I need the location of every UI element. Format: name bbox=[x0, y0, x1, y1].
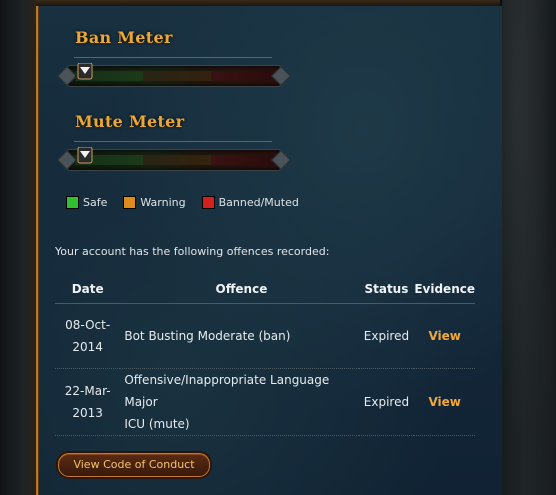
banned-segment bbox=[211, 155, 273, 165]
offence-status: Expired bbox=[358, 303, 415, 369]
view-code-of-conduct-button[interactable]: View Code of Conduct bbox=[58, 453, 210, 477]
safe-swatch-icon bbox=[66, 196, 79, 209]
offence-description: Offensive/Inappropriate Language Major I… bbox=[120, 368, 359, 436]
offences-intro: Your account has the following offences … bbox=[55, 245, 330, 258]
banned-segment bbox=[211, 71, 273, 81]
mute-meter-marker-icon bbox=[77, 147, 93, 164]
legend-safe-label: Safe bbox=[83, 196, 108, 209]
meter-top-line bbox=[74, 141, 272, 142]
view-evidence-link[interactable]: View bbox=[428, 395, 460, 409]
offence-description-line1: Bot Busting Moderate (ban) bbox=[124, 329, 291, 343]
column-header-evidence: Evidence bbox=[414, 275, 475, 304]
offence-date-line1: 08-Oct- bbox=[65, 318, 111, 332]
legend-banned: Banned/Muted bbox=[201, 196, 299, 209]
mute-meter-bar bbox=[66, 149, 282, 171]
column-header-date: Date bbox=[55, 275, 121, 304]
warning-segment bbox=[143, 155, 211, 165]
column-header-status: Status bbox=[358, 275, 415, 304]
legend-safe: Safe bbox=[66, 196, 107, 209]
table-row: 08-Oct- 2014 Bot Busting Moderate (ban) … bbox=[55, 303, 475, 369]
offence-date-line2: 2013 bbox=[72, 406, 103, 420]
evidence-cell: View bbox=[414, 303, 475, 369]
ban-meter-marker-icon bbox=[77, 63, 93, 80]
evidence-cell: View bbox=[414, 368, 475, 436]
offence-description: Bot Busting Moderate (ban) bbox=[120, 303, 359, 369]
offence-date-line2: 2014 bbox=[72, 340, 103, 354]
banned-swatch-icon bbox=[201, 196, 215, 209]
meter-legend: Safe Warning Banned/Muted bbox=[66, 196, 299, 209]
mute-meter-title: Mute Meter bbox=[75, 112, 185, 131]
left-frame bbox=[0, 0, 36, 495]
warning-segment bbox=[143, 71, 211, 81]
mute-meter bbox=[66, 141, 282, 171]
legend-banned-label: Banned/Muted bbox=[218, 196, 299, 209]
view-evidence-link[interactable]: View bbox=[428, 329, 460, 343]
offences-table: Date Offence Status Evidence 08-Oct- 201… bbox=[55, 275, 475, 436]
offence-date: 08-Oct- 2014 bbox=[55, 303, 121, 369]
offences-panel: Ban Meter Mute Meter Safe Warning Banned… bbox=[36, 6, 502, 495]
table-row: 22-Mar- 2013 Offensive/Inappropriate Lan… bbox=[55, 368, 475, 436]
offence-status: Expired bbox=[358, 368, 415, 436]
ban-meter-bar bbox=[66, 65, 282, 87]
warning-swatch-icon bbox=[123, 196, 137, 209]
offence-date-line1: 22-Mar- bbox=[64, 384, 111, 398]
offence-description-line1: Offensive/Inappropriate Language Major bbox=[124, 373, 330, 409]
right-frame bbox=[500, 0, 556, 495]
ban-meter-title: Ban Meter bbox=[75, 28, 173, 47]
ban-meter bbox=[66, 57, 282, 87]
offence-date: 22-Mar- 2013 bbox=[55, 368, 121, 436]
table-header-row: Date Offence Status Evidence bbox=[55, 275, 475, 304]
legend-warning-label: Warning bbox=[140, 196, 186, 209]
legend-warning: Warning bbox=[123, 196, 186, 209]
offence-description-line2: ICU (mute) bbox=[124, 417, 190, 431]
meter-top-line bbox=[74, 57, 272, 58]
column-header-offence: Offence bbox=[120, 275, 359, 304]
